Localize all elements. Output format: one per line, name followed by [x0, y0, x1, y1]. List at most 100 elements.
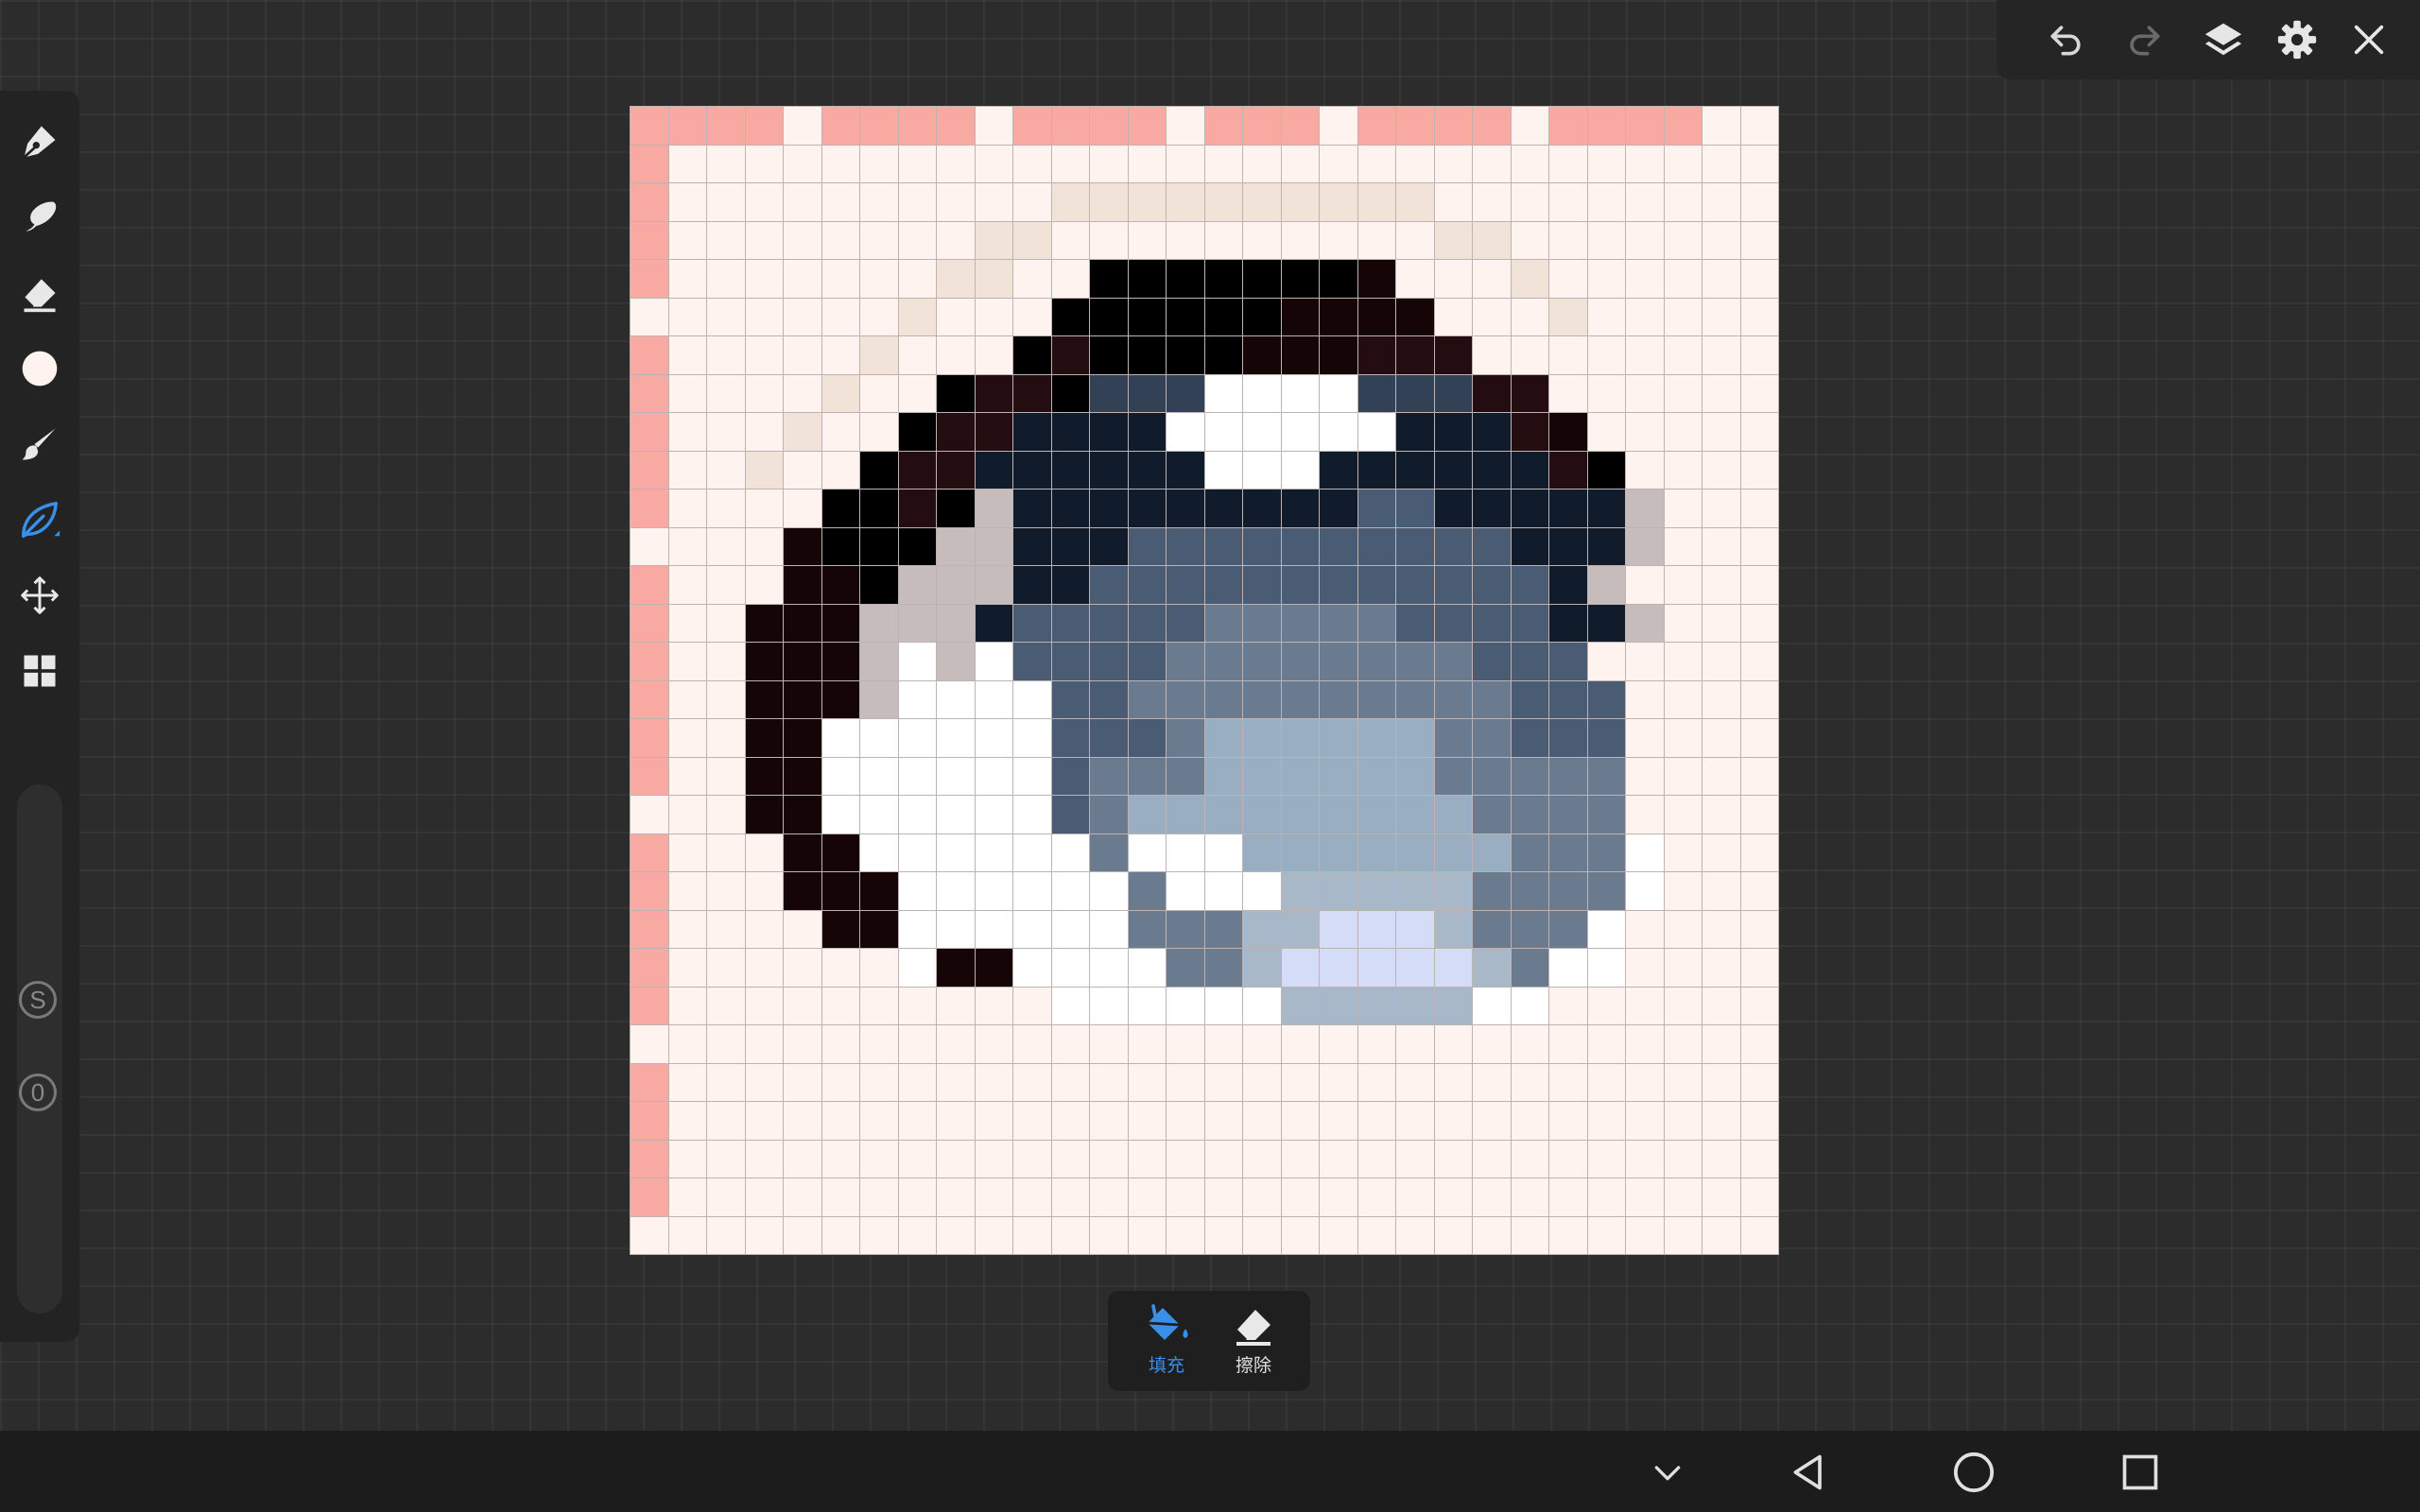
- pixel-cell[interactable]: [1051, 604, 1089, 642]
- pixel-cell[interactable]: [1396, 107, 1434, 145]
- pixel-cell[interactable]: [1434, 949, 1472, 987]
- close-button[interactable]: [2346, 17, 2392, 62]
- pixel-cell[interactable]: [1243, 643, 1281, 680]
- pixel-cell[interactable]: [1740, 872, 1778, 910]
- pixel-cell[interactable]: [1013, 451, 1051, 489]
- pixel-cell[interactable]: [1703, 183, 1740, 221]
- pixel-cell[interactable]: [1090, 910, 1128, 948]
- pixel-cell[interactable]: [860, 833, 898, 871]
- pixel-cell[interactable]: [1320, 260, 1357, 298]
- pixel-cell[interactable]: [1357, 719, 1395, 757]
- pixel-cell[interactable]: [1473, 527, 1511, 565]
- pixel-cell[interactable]: [1090, 796, 1128, 833]
- pixel-cell[interactable]: [1051, 336, 1089, 374]
- pixel-cell[interactable]: [821, 145, 859, 182]
- pixel-cell[interactable]: [1204, 221, 1242, 259]
- pixel-cell[interactable]: [1626, 490, 1664, 527]
- grid-tool-button[interactable]: [17, 648, 62, 694]
- pixel-cell[interactable]: [631, 910, 668, 948]
- pixel-cell[interactable]: [821, 374, 859, 412]
- pixel-cell[interactable]: [860, 1178, 898, 1216]
- pixel-cell[interactable]: [707, 643, 745, 680]
- pixel-cell[interactable]: [1664, 987, 1702, 1024]
- pixel-cell[interactable]: [1320, 1102, 1357, 1140]
- pixel-cell[interactable]: [1549, 260, 1587, 298]
- pixel-cell[interactable]: [1204, 1140, 1242, 1177]
- pixel-cell[interactable]: [1664, 107, 1702, 145]
- pixel-cell[interactable]: [1357, 221, 1395, 259]
- pixel-cell[interactable]: [1511, 1216, 1548, 1254]
- pixel-cell[interactable]: [1549, 872, 1587, 910]
- pixel-cell[interactable]: [631, 643, 668, 680]
- pixel-cell[interactable]: [745, 872, 783, 910]
- pixel-cell[interactable]: [1128, 566, 1166, 604]
- pixel-cell[interactable]: [1243, 107, 1281, 145]
- pixel-cell[interactable]: [784, 796, 821, 833]
- pixel-cell[interactable]: [1320, 451, 1357, 489]
- pixel-cell[interactable]: [631, 490, 668, 527]
- pixel-cell[interactable]: [1013, 643, 1051, 680]
- pixel-cell[interactable]: [1128, 949, 1166, 987]
- pixel-cell[interactable]: [1243, 1025, 1281, 1063]
- pixel-cell[interactable]: [937, 680, 975, 718]
- pixel-cell[interactable]: [937, 1025, 975, 1063]
- pixel-cell[interactable]: [821, 796, 859, 833]
- pixel-cell[interactable]: [1511, 527, 1548, 565]
- pixel-cell[interactable]: [1320, 221, 1357, 259]
- pixel-cell[interactable]: [1703, 1140, 1740, 1177]
- pixel-cell[interactable]: [1587, 719, 1625, 757]
- pixel-cell[interactable]: [1626, 413, 1664, 451]
- pixel-cell[interactable]: [821, 1216, 859, 1254]
- pixel-cell[interactable]: [668, 107, 706, 145]
- pixel-cell[interactable]: [1740, 374, 1778, 412]
- pixel-cell[interactable]: [1167, 987, 1204, 1024]
- pixel-cell[interactable]: [1473, 107, 1511, 145]
- pixel-cell[interactable]: [1013, 260, 1051, 298]
- pixel-cell[interactable]: [1013, 1140, 1051, 1177]
- pixel-cell[interactable]: [1396, 527, 1434, 565]
- pixel-cell[interactable]: [1587, 566, 1625, 604]
- pixel-cell[interactable]: [821, 604, 859, 642]
- pixel-cell[interactable]: [860, 643, 898, 680]
- pixel-cell[interactable]: [1243, 719, 1281, 757]
- pixel-cell[interactable]: [1396, 1216, 1434, 1254]
- pixel-cell[interactable]: [1396, 451, 1434, 489]
- pixel-cell[interactable]: [898, 949, 936, 987]
- pixel-cell[interactable]: [745, 183, 783, 221]
- pen-tool-button[interactable]: [17, 119, 62, 164]
- pixel-cell[interactable]: [1626, 183, 1664, 221]
- pixel-cell[interactable]: [1511, 145, 1548, 182]
- pixel-cell[interactable]: [1204, 833, 1242, 871]
- pixel-cell[interactable]: [1434, 1140, 1472, 1177]
- pixel-cell[interactable]: [784, 987, 821, 1024]
- pixel-cell[interactable]: [1281, 719, 1319, 757]
- pixel-cell[interactable]: [1587, 757, 1625, 795]
- pixel-cell[interactable]: [1473, 1140, 1511, 1177]
- pixel-cell[interactable]: [1128, 833, 1166, 871]
- pixel-cell[interactable]: [898, 183, 936, 221]
- pixel-cell[interactable]: [860, 298, 898, 335]
- pixel-cell[interactable]: [1204, 987, 1242, 1024]
- pixel-cell[interactable]: [1128, 757, 1166, 795]
- pixel-cell[interactable]: [707, 298, 745, 335]
- pixel-cell[interactable]: [707, 757, 745, 795]
- pixel-cell[interactable]: [821, 1102, 859, 1140]
- pixel-cell[interactable]: [1511, 680, 1548, 718]
- pixel-cell[interactable]: [1703, 833, 1740, 871]
- pixel-cell[interactable]: [898, 987, 936, 1024]
- pixel-cell[interactable]: [821, 987, 859, 1024]
- pixel-cell[interactable]: [1281, 1102, 1319, 1140]
- pixel-cell[interactable]: [1357, 490, 1395, 527]
- pixel-cell[interactable]: [707, 719, 745, 757]
- pixel-cell[interactable]: [1128, 451, 1166, 489]
- pixel-cell[interactable]: [1281, 680, 1319, 718]
- pixel-cell[interactable]: [1703, 643, 1740, 680]
- pixel-cell[interactable]: [745, 833, 783, 871]
- pixel-cell[interactable]: [975, 298, 1012, 335]
- pixel-cell[interactable]: [668, 719, 706, 757]
- pixel-cell[interactable]: [1320, 949, 1357, 987]
- pixel-cell[interactable]: [1281, 527, 1319, 565]
- pixel-cell[interactable]: [784, 298, 821, 335]
- pixel-cell[interactable]: [1281, 490, 1319, 527]
- pixel-cell[interactable]: [668, 680, 706, 718]
